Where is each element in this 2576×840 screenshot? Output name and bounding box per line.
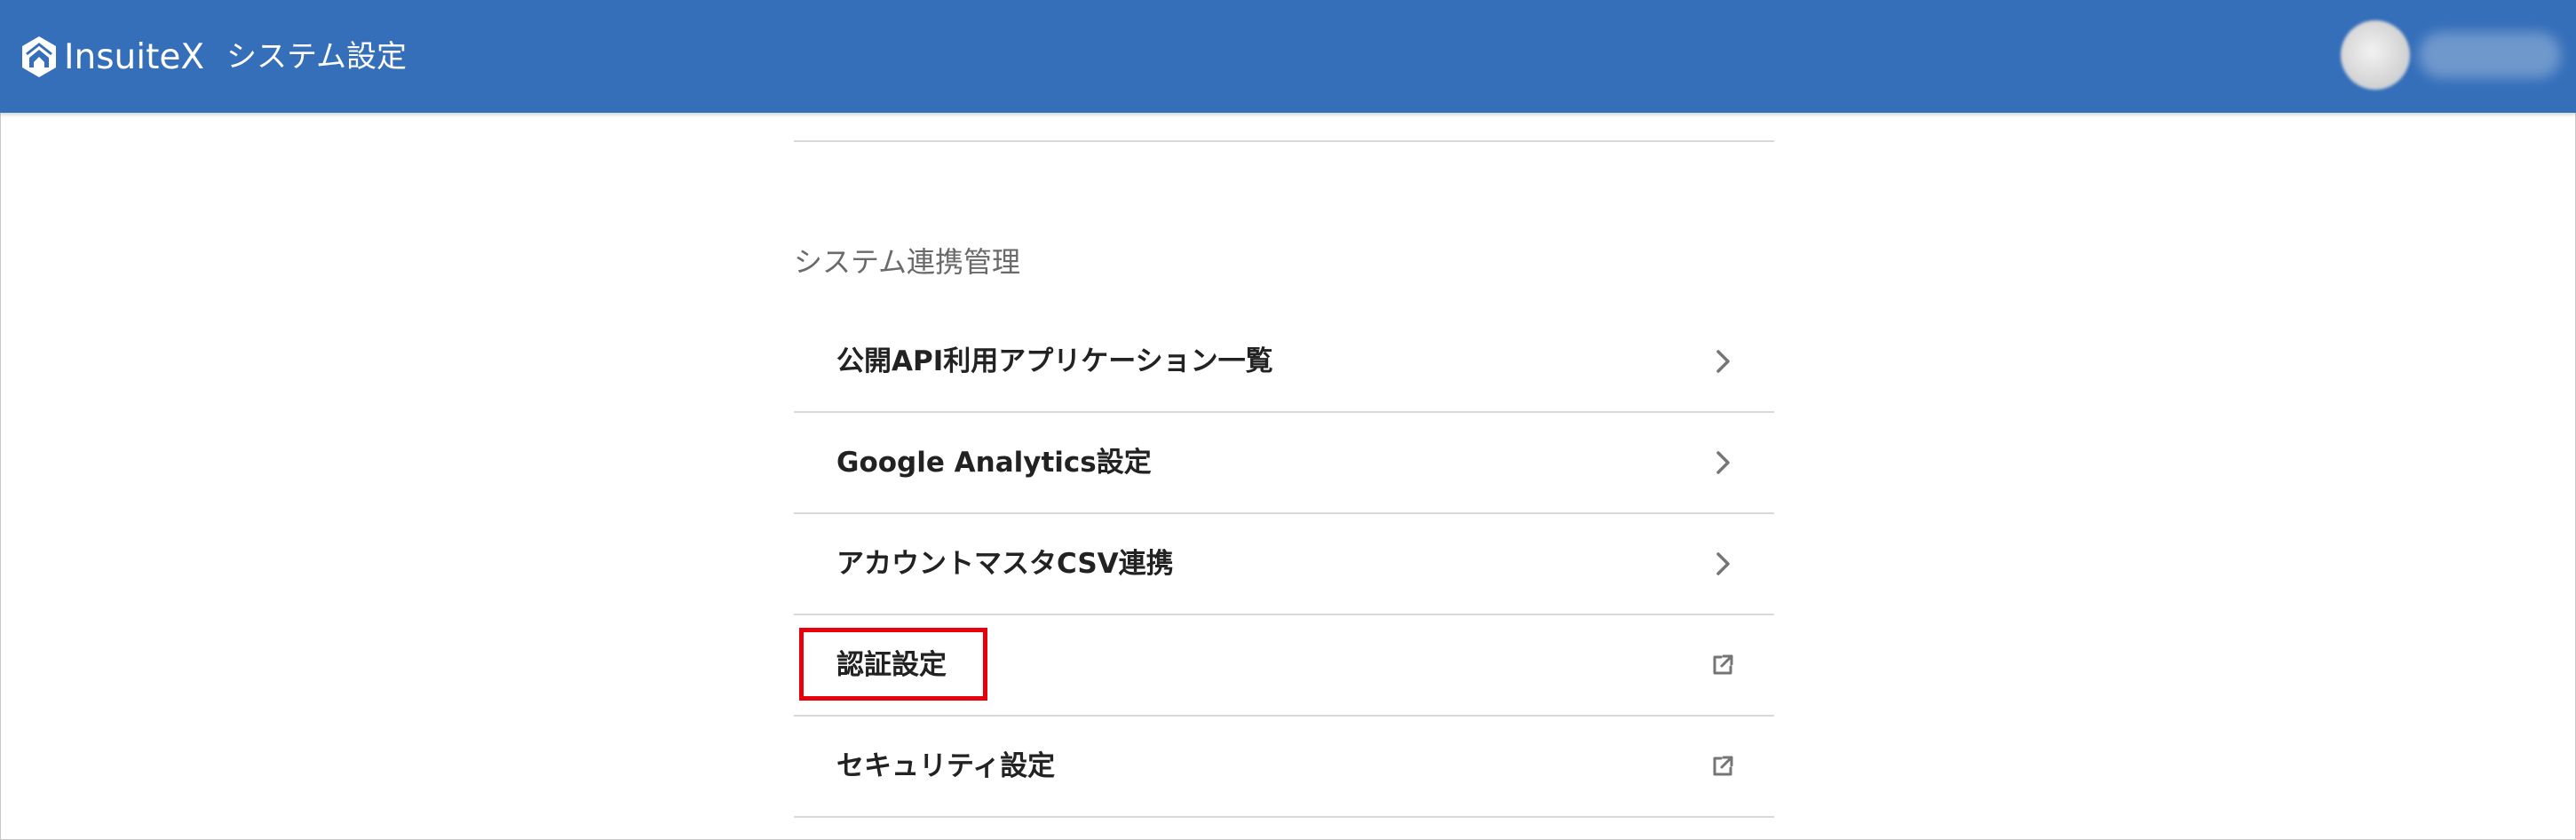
chevron-right-icon (1716, 552, 1730, 575)
section-title: システム連携管理 (794, 245, 1021, 279)
page-title: システム設定 (226, 39, 407, 75)
app-header: InsuiteX システム設定 (0, 0, 2576, 113)
chevron-right-icon (1716, 350, 1730, 373)
chevron-right-icon (1716, 451, 1730, 474)
user-name-blurred[interactable] (2419, 32, 2561, 78)
menu-item-security-settings[interactable]: セキュリティ設定 (794, 717, 1774, 818)
menu-item-label: セキュリティ設定 (836, 750, 1056, 782)
menu-item-label: 公開API利用アプリケーション一覧 (836, 345, 1273, 377)
app-logo-text: InsuiteX (64, 36, 205, 77)
menu-item-label: 認証設定 (836, 649, 947, 681)
menu-item-label: Google Analytics設定 (836, 447, 1152, 479)
app-logo[interactable]: InsuiteX (20, 32, 204, 82)
external-link-icon (1713, 756, 1733, 776)
external-link-icon (1713, 654, 1733, 675)
menu-item-account-master-csv[interactable]: アカウントマスタCSV連携 (794, 514, 1774, 615)
system-integration-menu: 公開API利用アプリケーション一覧 Google Analytics設定 アカウ… (794, 312, 1774, 818)
menu-item-label: アカウントマスタCSV連携 (836, 548, 1174, 580)
menu-item-authentication-settings[interactable]: 認証設定 (794, 615, 1774, 717)
user-avatar[interactable] (2341, 20, 2410, 90)
menu-item-public-api-apps[interactable]: 公開API利用アプリケーション一覧 (794, 312, 1774, 413)
insuite-logo-icon (22, 36, 56, 77)
section-divider (794, 140, 1774, 142)
menu-item-google-analytics[interactable]: Google Analytics設定 (794, 413, 1774, 514)
